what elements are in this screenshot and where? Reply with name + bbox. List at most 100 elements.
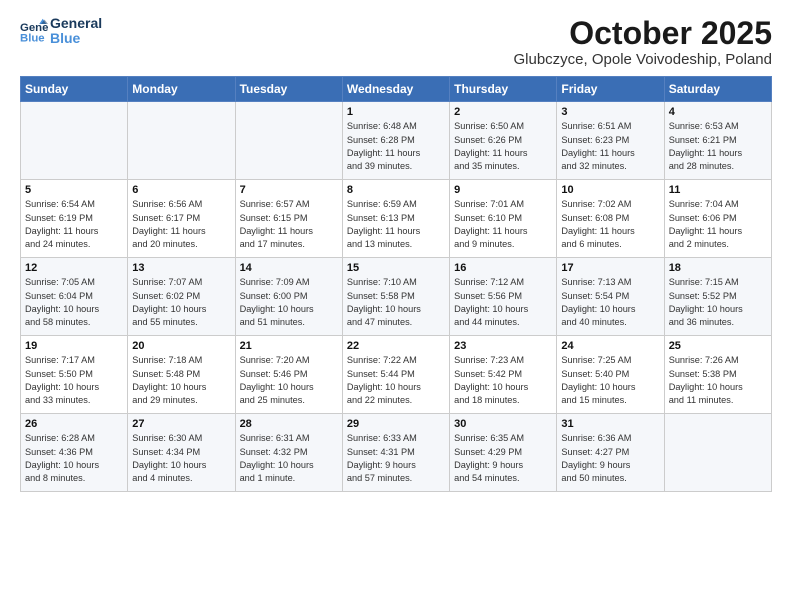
day-info: Sunrise: 7:04 AMSunset: 6:06 PMDaylight:… [669,198,767,251]
day-info: Sunrise: 7:12 AMSunset: 5:56 PMDaylight:… [454,276,552,329]
calendar-container: General Blue General Blue October 2025 G… [0,0,792,502]
calendar-cell: 26 Sunrise: 6:28 AMSunset: 4:36 PMDayligh… [21,414,128,492]
day-info: Sunrise: 6:35 AMSunset: 4:29 PMDaylight:… [454,432,552,485]
calendar-subtitle: Glubczyce, Opole Voivodeship, Poland [514,51,773,68]
day-number: 26 [25,418,123,430]
calendar-cell: 11 Sunrise: 7:04 AMSunset: 6:06 PMDayligh… [664,180,771,258]
day-number: 28 [240,418,338,430]
day-number: 13 [132,262,230,274]
calendar-header: SundayMondayTuesdayWednesdayThursdayFrid… [21,77,772,102]
calendar-cell: 10 Sunrise: 7:02 AMSunset: 6:08 PMDayligh… [557,180,664,258]
header-day-tuesday: Tuesday [235,77,342,102]
day-number: 21 [240,340,338,352]
day-info: Sunrise: 6:53 AMSunset: 6:21 PMDaylight:… [669,120,767,173]
day-number: 24 [561,340,659,352]
week-row-5: 26 Sunrise: 6:28 AMSunset: 4:36 PMDayligh… [21,414,772,492]
day-number: 17 [561,262,659,274]
day-number: 1 [347,106,445,118]
logo-line2: Blue [50,31,102,46]
calendar-cell: 1 Sunrise: 6:48 AMSunset: 6:28 PMDaylight… [342,102,449,180]
calendar-cell: 28Sunrise: 6:31 AMSunset: 4:32 PMDayligh… [235,414,342,492]
day-info: Sunrise: 6:30 AMSunset: 4:34 PMDaylight:… [132,432,230,485]
calendar-cell: 20Sunrise: 7:18 AMSunset: 5:48 PMDayligh… [128,336,235,414]
logo-line1: General [50,16,102,31]
day-info: Sunrise: 6:28 AMSunset: 4:36 PMDaylight:… [25,432,123,485]
svg-text:Blue: Blue [20,33,45,45]
calendar-cell: 2Sunrise: 6:50 AMSunset: 6:26 PMDaylight… [450,102,557,180]
calendar-cell: 17Sunrise: 7:13 AMSunset: 5:54 PMDayligh… [557,258,664,336]
day-number: 23 [454,340,552,352]
day-number: 7 [240,184,338,196]
calendar-cell [128,102,235,180]
calendar-cell [21,102,128,180]
day-info: Sunrise: 6:54 AMSunset: 6:19 PMDaylight:… [25,198,123,251]
day-info: Sunrise: 7:17 AMSunset: 5:50 PMDaylight:… [25,354,123,407]
day-number: 29 [347,418,445,430]
calendar-cell: 14 Sunrise: 7:09 AMSunset: 6:00 PMDayligh… [235,258,342,336]
day-info: Sunrise: 7:26 AMSunset: 5:38 PMDaylight:… [669,354,767,407]
week-row-1: 1 Sunrise: 6:48 AMSunset: 6:28 PMDaylight… [21,102,772,180]
header-day-thursday: Thursday [450,77,557,102]
header-day-saturday: Saturday [664,77,771,102]
day-info: Sunrise: 7:07 AMSunset: 6:02 PMDaylight:… [132,276,230,329]
header-day-friday: Friday [557,77,664,102]
day-info: Sunrise: 6:57 AMSunset: 6:15 PMDaylight:… [240,198,338,251]
title-block: October 2025 Glubczyce, Opole Voivodeshi… [514,16,773,68]
calendar-table: SundayMondayTuesdayWednesdayThursdayFrid… [20,76,772,492]
day-number: 12 [25,262,123,274]
header-day-monday: Monday [128,77,235,102]
day-info: Sunrise: 6:33 AMSunset: 4:31 PMDaylight:… [347,432,445,485]
day-number: 4 [669,106,767,118]
day-number: 25 [669,340,767,352]
day-info: Sunrise: 6:51 AMSunset: 6:23 PMDaylight:… [561,120,659,173]
header-day-sunday: Sunday [21,77,128,102]
day-number: 15 [347,262,445,274]
day-info: Sunrise: 7:02 AMSunset: 6:08 PMDaylight:… [561,198,659,251]
calendar-cell: 23 Sunrise: 7:23 AMSunset: 5:42 PMDayligh… [450,336,557,414]
day-number: 11 [669,184,767,196]
day-number: 14 [240,262,338,274]
day-info: Sunrise: 6:48 AMSunset: 6:28 PMDaylight:… [347,120,445,173]
calendar-cell: 15 Sunrise: 7:10 AMSunset: 5:58 PMDayligh… [342,258,449,336]
calendar-cell [235,102,342,180]
calendar-cell: 5Sunrise: 6:54 AMSunset: 6:19 PMDaylight… [21,180,128,258]
calendar-cell: 9 Sunrise: 7:01 AMSunset: 6:10 PMDaylight… [450,180,557,258]
day-number: 3 [561,106,659,118]
day-number: 19 [25,340,123,352]
day-info: Sunrise: 7:15 AMSunset: 5:52 PMDaylight:… [669,276,767,329]
day-number: 8 [347,184,445,196]
day-info: Sunrise: 7:09 AMSunset: 6:00 PMDaylight:… [240,276,338,329]
day-number: 10 [561,184,659,196]
week-row-2: 5Sunrise: 6:54 AMSunset: 6:19 PMDaylight… [21,180,772,258]
day-info: Sunrise: 7:18 AMSunset: 5:48 PMDaylight:… [132,354,230,407]
day-info: Sunrise: 6:50 AMSunset: 6:26 PMDaylight:… [454,120,552,173]
calendar-cell: 22Sunrise: 7:22 AMSunset: 5:44 PMDayligh… [342,336,449,414]
calendar-cell: 31Sunrise: 6:36 AMSunset: 4:27 PMDayligh… [557,414,664,492]
week-row-4: 19 Sunrise: 7:17 AMSunset: 5:50 PMDayligh… [21,336,772,414]
calendar-cell: 6 Sunrise: 6:56 AMSunset: 6:17 PMDaylight… [128,180,235,258]
calendar-cell: 13 Sunrise: 7:07 AMSunset: 6:02 PMDayligh… [128,258,235,336]
calendar-cell: 29 Sunrise: 6:33 AMSunset: 4:31 PMDayligh… [342,414,449,492]
day-number: 18 [669,262,767,274]
day-info: Sunrise: 7:10 AMSunset: 5:58 PMDaylight:… [347,276,445,329]
day-info: Sunrise: 6:56 AMSunset: 6:17 PMDaylight:… [132,198,230,251]
header-day-wednesday: Wednesday [342,77,449,102]
header-row: SundayMondayTuesdayWednesdayThursdayFrid… [21,77,772,102]
day-number: 16 [454,262,552,274]
calendar-cell: 4 Sunrise: 6:53 AMSunset: 6:21 PMDaylight… [664,102,771,180]
calendar-body: 1 Sunrise: 6:48 AMSunset: 6:28 PMDaylight… [21,102,772,492]
day-info: Sunrise: 7:25 AMSunset: 5:40 PMDaylight:… [561,354,659,407]
calendar-cell: 18 Sunrise: 7:15 AMSunset: 5:52 PMDayligh… [664,258,771,336]
day-info: Sunrise: 7:01 AMSunset: 6:10 PMDaylight:… [454,198,552,251]
day-number: 6 [132,184,230,196]
calendar-cell: 16 Sunrise: 7:12 AMSunset: 5:56 PMDayligh… [450,258,557,336]
calendar-cell [664,414,771,492]
calendar-cell: 7 Sunrise: 6:57 AMSunset: 6:15 PMDaylight… [235,180,342,258]
calendar-cell: 21Sunrise: 7:20 AMSunset: 5:46 PMDayligh… [235,336,342,414]
logo: General Blue General Blue [20,16,102,47]
day-info: Sunrise: 7:23 AMSunset: 5:42 PMDaylight:… [454,354,552,407]
day-number: 9 [454,184,552,196]
logo-icon: General Blue [20,17,48,45]
calendar-cell: 27Sunrise: 6:30 AMSunset: 4:34 PMDayligh… [128,414,235,492]
day-number: 22 [347,340,445,352]
